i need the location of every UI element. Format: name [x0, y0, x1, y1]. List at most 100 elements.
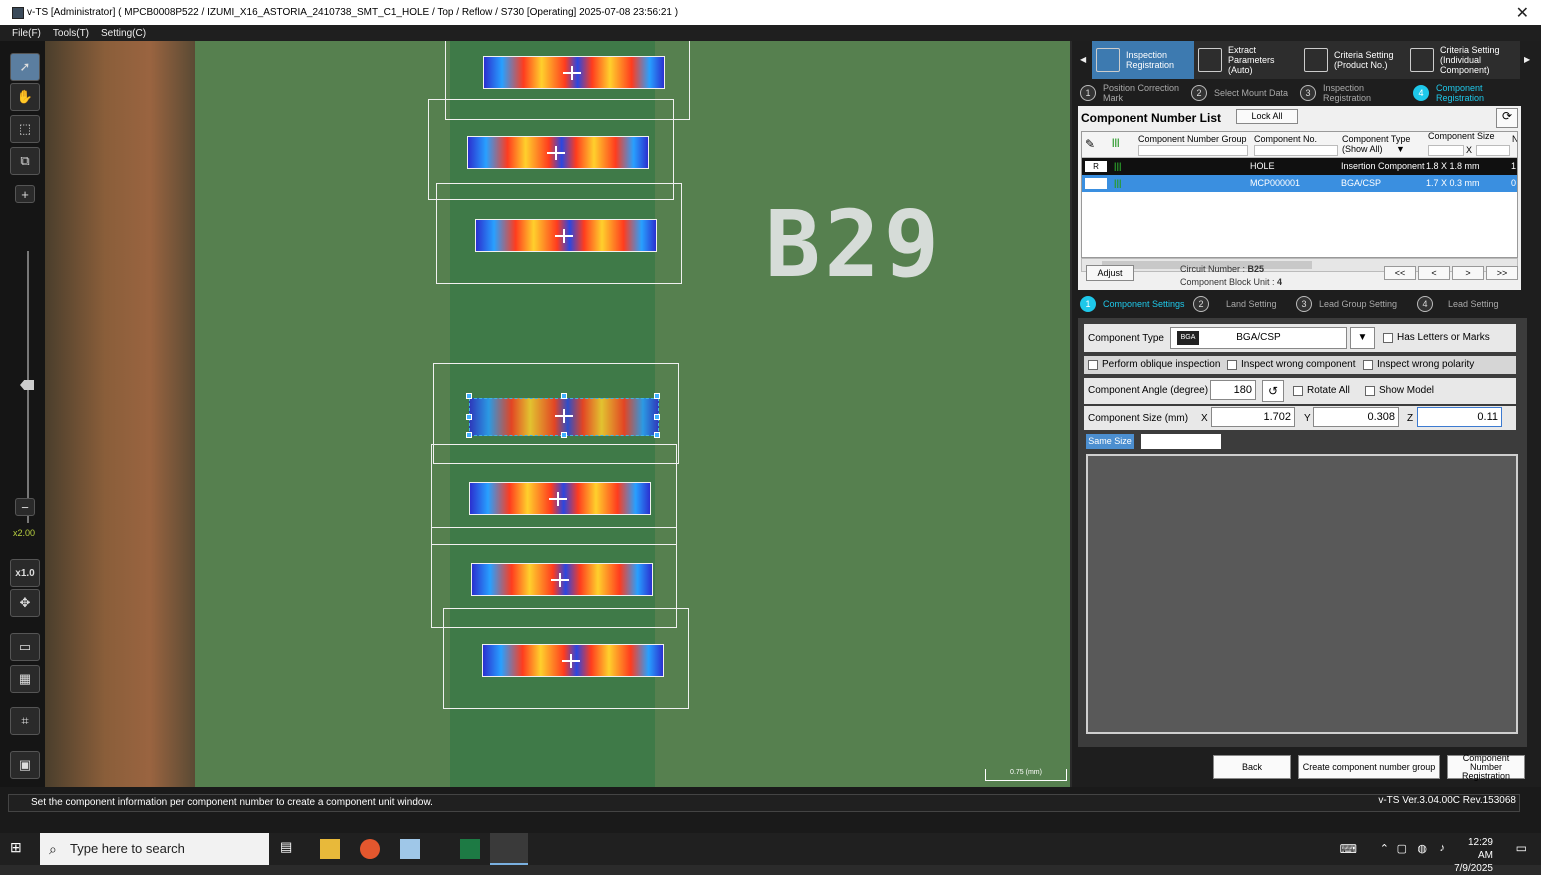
- menu-file[interactable]: File(F): [12, 28, 41, 39]
- step-number[interactable]: 4: [1417, 296, 1433, 312]
- board-view-icon[interactable]: ▣: [10, 751, 40, 779]
- resize-handle[interactable]: [466, 432, 472, 438]
- clock[interactable]: 12:29 AM 7/9/2025: [1454, 836, 1493, 875]
- file-explorer-icon[interactable]: [320, 839, 340, 859]
- lock-icon[interactable]: |||: [1114, 178, 1122, 188]
- volume-icon[interactable]: ♪: [1440, 842, 1446, 854]
- view-mode-icon[interactable]: ▭: [10, 633, 40, 661]
- zoom-reset-button[interactable]: x1.0: [10, 559, 40, 587]
- step-number[interactable]: 1: [1080, 296, 1096, 312]
- size-y-filter-input[interactable]: [1476, 145, 1510, 156]
- first-page-button[interactable]: <<: [1384, 266, 1416, 280]
- ribbon-criteria-product[interactable]: Criteria Setting (Product No.): [1300, 41, 1406, 79]
- notification-icon[interactable]: ▭: [1516, 841, 1527, 855]
- taskbar-search[interactable]: ⌕ Type here to search: [40, 833, 269, 865]
- size-z-input[interactable]: 0.11: [1417, 407, 1502, 427]
- step-number[interactable]: 3: [1300, 85, 1316, 101]
- create-group-button[interactable]: Create component number group: [1298, 755, 1440, 779]
- step-inspection-registration[interactable]: Inspection Registration: [1323, 83, 1413, 103]
- table-row-selected[interactable]: ||| MCP000001 BGA/CSP 1.7 X 0.3 mm 0: [1082, 175, 1517, 192]
- size-x-input[interactable]: 1.702: [1211, 407, 1295, 427]
- size-y-input[interactable]: 0.308: [1313, 407, 1399, 427]
- last-page-button[interactable]: >>: [1486, 266, 1518, 280]
- ribbon-right-arrow-icon[interactable]: ▶: [1524, 55, 1530, 64]
- pointer-tool-icon[interactable]: ➚: [10, 53, 40, 81]
- angle-input[interactable]: 180: [1210, 380, 1256, 400]
- size-x-filter-input[interactable]: [1428, 145, 1464, 156]
- resize-handle[interactable]: [466, 414, 472, 420]
- oblique-checkbox[interactable]: [1088, 360, 1098, 370]
- board-image-viewer[interactable]: B29 0.75 (mm): [45, 41, 1070, 787]
- checker-view-icon[interactable]: ▦: [10, 665, 40, 693]
- tab-lead-setting[interactable]: Lead Setting: [1440, 299, 1510, 309]
- step-select-mount[interactable]: Select Mount Data: [1214, 88, 1300, 98]
- rotate-90-icon[interactable]: ↺: [1262, 380, 1284, 402]
- windows-start-icon[interactable]: ⊞: [10, 839, 30, 859]
- device-icon[interactable]: ▢: [1397, 842, 1407, 855]
- ribbon-extract-parameters[interactable]: Extract Parameters (Auto): [1194, 41, 1300, 79]
- component-type-select[interactable]: BGA BGA/CSP: [1170, 327, 1347, 349]
- resize-handle[interactable]: [654, 414, 660, 420]
- header-number[interactable]: Component No.: [1254, 134, 1317, 144]
- header-group[interactable]: Component Number Group: [1138, 134, 1247, 144]
- resize-handle[interactable]: [561, 432, 567, 438]
- notes-app-icon[interactable]: [400, 839, 420, 859]
- ribbon-inspection-registration[interactable]: Inspection Registration: [1092, 41, 1194, 79]
- header-n[interactable]: N: [1512, 134, 1517, 144]
- tab-lead-group-setting[interactable]: Lead Group Setting: [1319, 299, 1417, 309]
- lock-icon[interactable]: |||: [1114, 161, 1122, 171]
- network-icon[interactable]: ◍: [1417, 842, 1427, 855]
- step-number[interactable]: 2: [1193, 296, 1209, 312]
- adjust-button[interactable]: Adjust: [1086, 265, 1134, 281]
- refresh-icon[interactable]: ⟳: [1496, 108, 1518, 128]
- step-number[interactable]: 3: [1296, 296, 1312, 312]
- header-size[interactable]: Component Size: [1428, 132, 1495, 141]
- register-button[interactable]: Component Number Registration: [1447, 753, 1525, 780]
- row-mark[interactable]: R: [1085, 161, 1107, 172]
- group-filter-input[interactable]: [1138, 145, 1248, 156]
- keyboard-icon[interactable]: ⌨: [1340, 842, 1357, 856]
- grid-select-icon[interactable]: ⌗: [10, 707, 40, 735]
- wrong-polarity-checkbox[interactable]: [1363, 360, 1373, 370]
- resize-handle[interactable]: [561, 393, 567, 399]
- fit-view-icon[interactable]: ✥: [10, 589, 40, 617]
- tab-land-setting[interactable]: Land Setting: [1216, 299, 1296, 309]
- wrong-component-checkbox[interactable]: [1227, 360, 1237, 370]
- menu-tools[interactable]: Tools(T): [53, 28, 89, 39]
- zoom-in-icon[interactable]: +: [15, 185, 35, 203]
- header-type[interactable]: Component Type: [1342, 134, 1410, 144]
- vts-app-icon[interactable]: [490, 833, 528, 865]
- step-position-correction[interactable]: Position Correction Mark: [1103, 83, 1191, 103]
- resize-handle[interactable]: [466, 393, 472, 399]
- lock-column-icon[interactable]: |||: [1112, 137, 1120, 147]
- resize-handle[interactable]: [654, 432, 660, 438]
- chevron-up-icon[interactable]: ⌃: [1380, 842, 1389, 855]
- has-letters-checkbox[interactable]: [1383, 333, 1393, 343]
- hand-tool-icon[interactable]: ✋: [10, 83, 40, 111]
- menu-setting[interactable]: Setting(C): [101, 28, 146, 39]
- same-size-input[interactable]: [1141, 434, 1221, 449]
- back-button[interactable]: Back: [1213, 755, 1291, 779]
- firefox-icon[interactable]: [360, 839, 380, 859]
- number-filter-input[interactable]: [1254, 145, 1338, 156]
- multi-select-icon[interactable]: ⧉: [10, 147, 40, 175]
- ribbon-criteria-individual[interactable]: Criteria Setting (Individual Component): [1406, 41, 1520, 79]
- resize-handle[interactable]: [654, 393, 660, 399]
- show-model-checkbox[interactable]: [1365, 386, 1375, 396]
- edit-icon[interactable]: ✎: [1085, 137, 1095, 151]
- next-page-button[interactable]: >: [1452, 266, 1484, 280]
- tab-component-settings[interactable]: Component Settings: [1103, 299, 1193, 309]
- task-view-icon[interactable]: ▤: [280, 839, 300, 859]
- step-number[interactable]: 1: [1080, 85, 1096, 101]
- select-rect-icon[interactable]: ⬚: [10, 115, 40, 143]
- excel-icon[interactable]: [460, 839, 480, 859]
- zoom-out-icon[interactable]: −: [15, 498, 35, 516]
- rotate-all-checkbox[interactable]: [1293, 386, 1303, 396]
- lock-all-button[interactable]: Lock All: [1236, 109, 1298, 124]
- type-filter[interactable]: (Show All): [1342, 144, 1383, 154]
- chevron-down-icon[interactable]: ▼: [1350, 327, 1375, 349]
- ribbon-left-arrow-icon[interactable]: ◀: [1080, 55, 1086, 64]
- prev-page-button[interactable]: <: [1418, 266, 1450, 280]
- filter-dropdown-icon[interactable]: ▼: [1396, 144, 1405, 154]
- zoom-slider-thumb[interactable]: [20, 380, 34, 390]
